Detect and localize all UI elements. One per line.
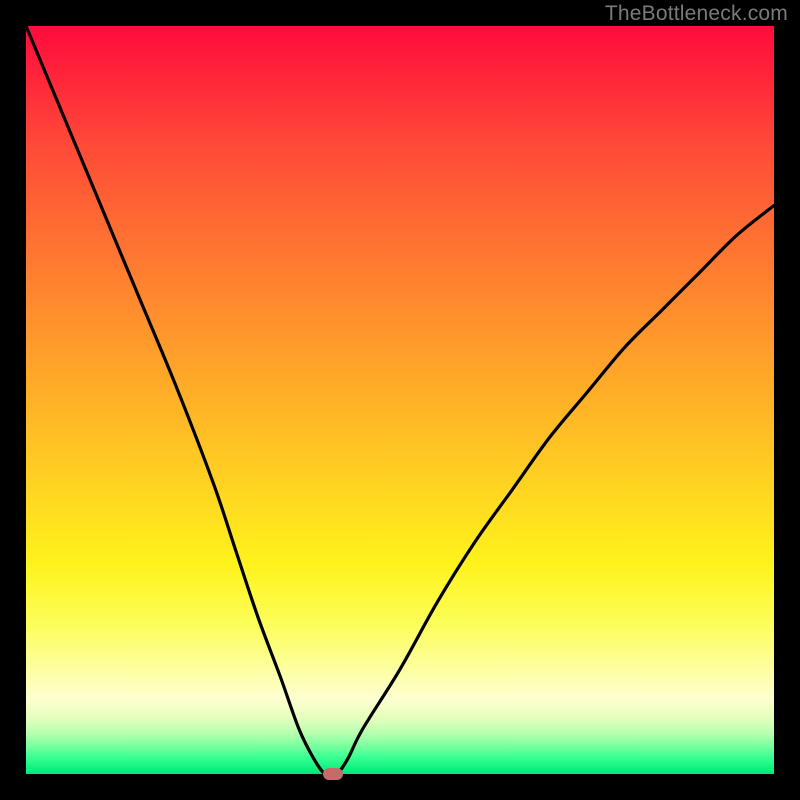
- optimal-point-marker: [323, 768, 343, 780]
- watermark-text: TheBottleneck.com: [605, 2, 788, 26]
- bottleneck-curve: [26, 26, 774, 774]
- plot-area: [26, 26, 774, 774]
- chart-container: TheBottleneck.com: [0, 0, 800, 800]
- curve-path: [26, 26, 774, 774]
